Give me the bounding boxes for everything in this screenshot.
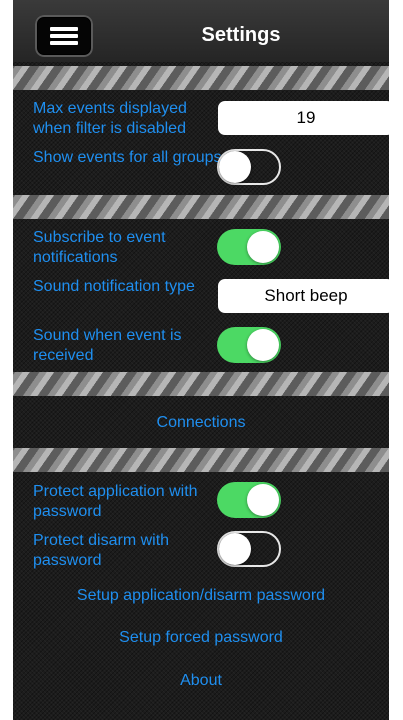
subscribe-label: Subscribe to event notifications (33, 229, 166, 266)
section-divider (13, 448, 389, 472)
toggle-knob (247, 329, 279, 361)
toggle-knob (219, 151, 251, 183)
toggle-knob (247, 231, 279, 263)
hamburger-icon-line (50, 41, 78, 45)
max-events-field[interactable]: 19 (218, 101, 394, 135)
about-link[interactable]: About (13, 672, 389, 690)
hamburger-icon-line (50, 34, 78, 38)
show-events-toggle[interactable] (217, 149, 281, 185)
menu-button[interactable] (35, 15, 93, 57)
protect-app-label: Protect application with password (33, 483, 198, 520)
protect-disarm-toggle[interactable] (217, 531, 281, 567)
section-divider (13, 195, 389, 219)
setup-forced-password-link[interactable]: Setup forced password (13, 629, 389, 647)
toggle-knob (219, 533, 251, 565)
sound-type-label: Sound notification type (33, 278, 195, 295)
show-events-label: Show events for all groups (33, 149, 222, 166)
protect-disarm-label: Protect disarm with password (33, 532, 170, 569)
page-title: Settings (201, 24, 281, 46)
sound-event-label: Sound when event is received (33, 327, 182, 364)
subscribe-toggle[interactable] (217, 229, 281, 265)
sound-event-toggle[interactable] (217, 327, 281, 363)
header-bar: Settings (13, 0, 389, 62)
section-divider (13, 372, 389, 396)
sound-type-field[interactable]: Short beep (218, 279, 394, 313)
max-events-label: Max events displayed when filter is disa… (33, 100, 187, 137)
hamburger-icon-line (50, 27, 78, 31)
settings-screen: Settings Max events displayed when filte… (13, 0, 394, 720)
section-divider (13, 66, 389, 90)
toggle-knob (247, 484, 279, 516)
setup-password-link[interactable]: Setup application/disarm password (13, 587, 389, 605)
connections-link[interactable]: Connections (13, 414, 389, 432)
protect-app-toggle[interactable] (217, 482, 281, 518)
